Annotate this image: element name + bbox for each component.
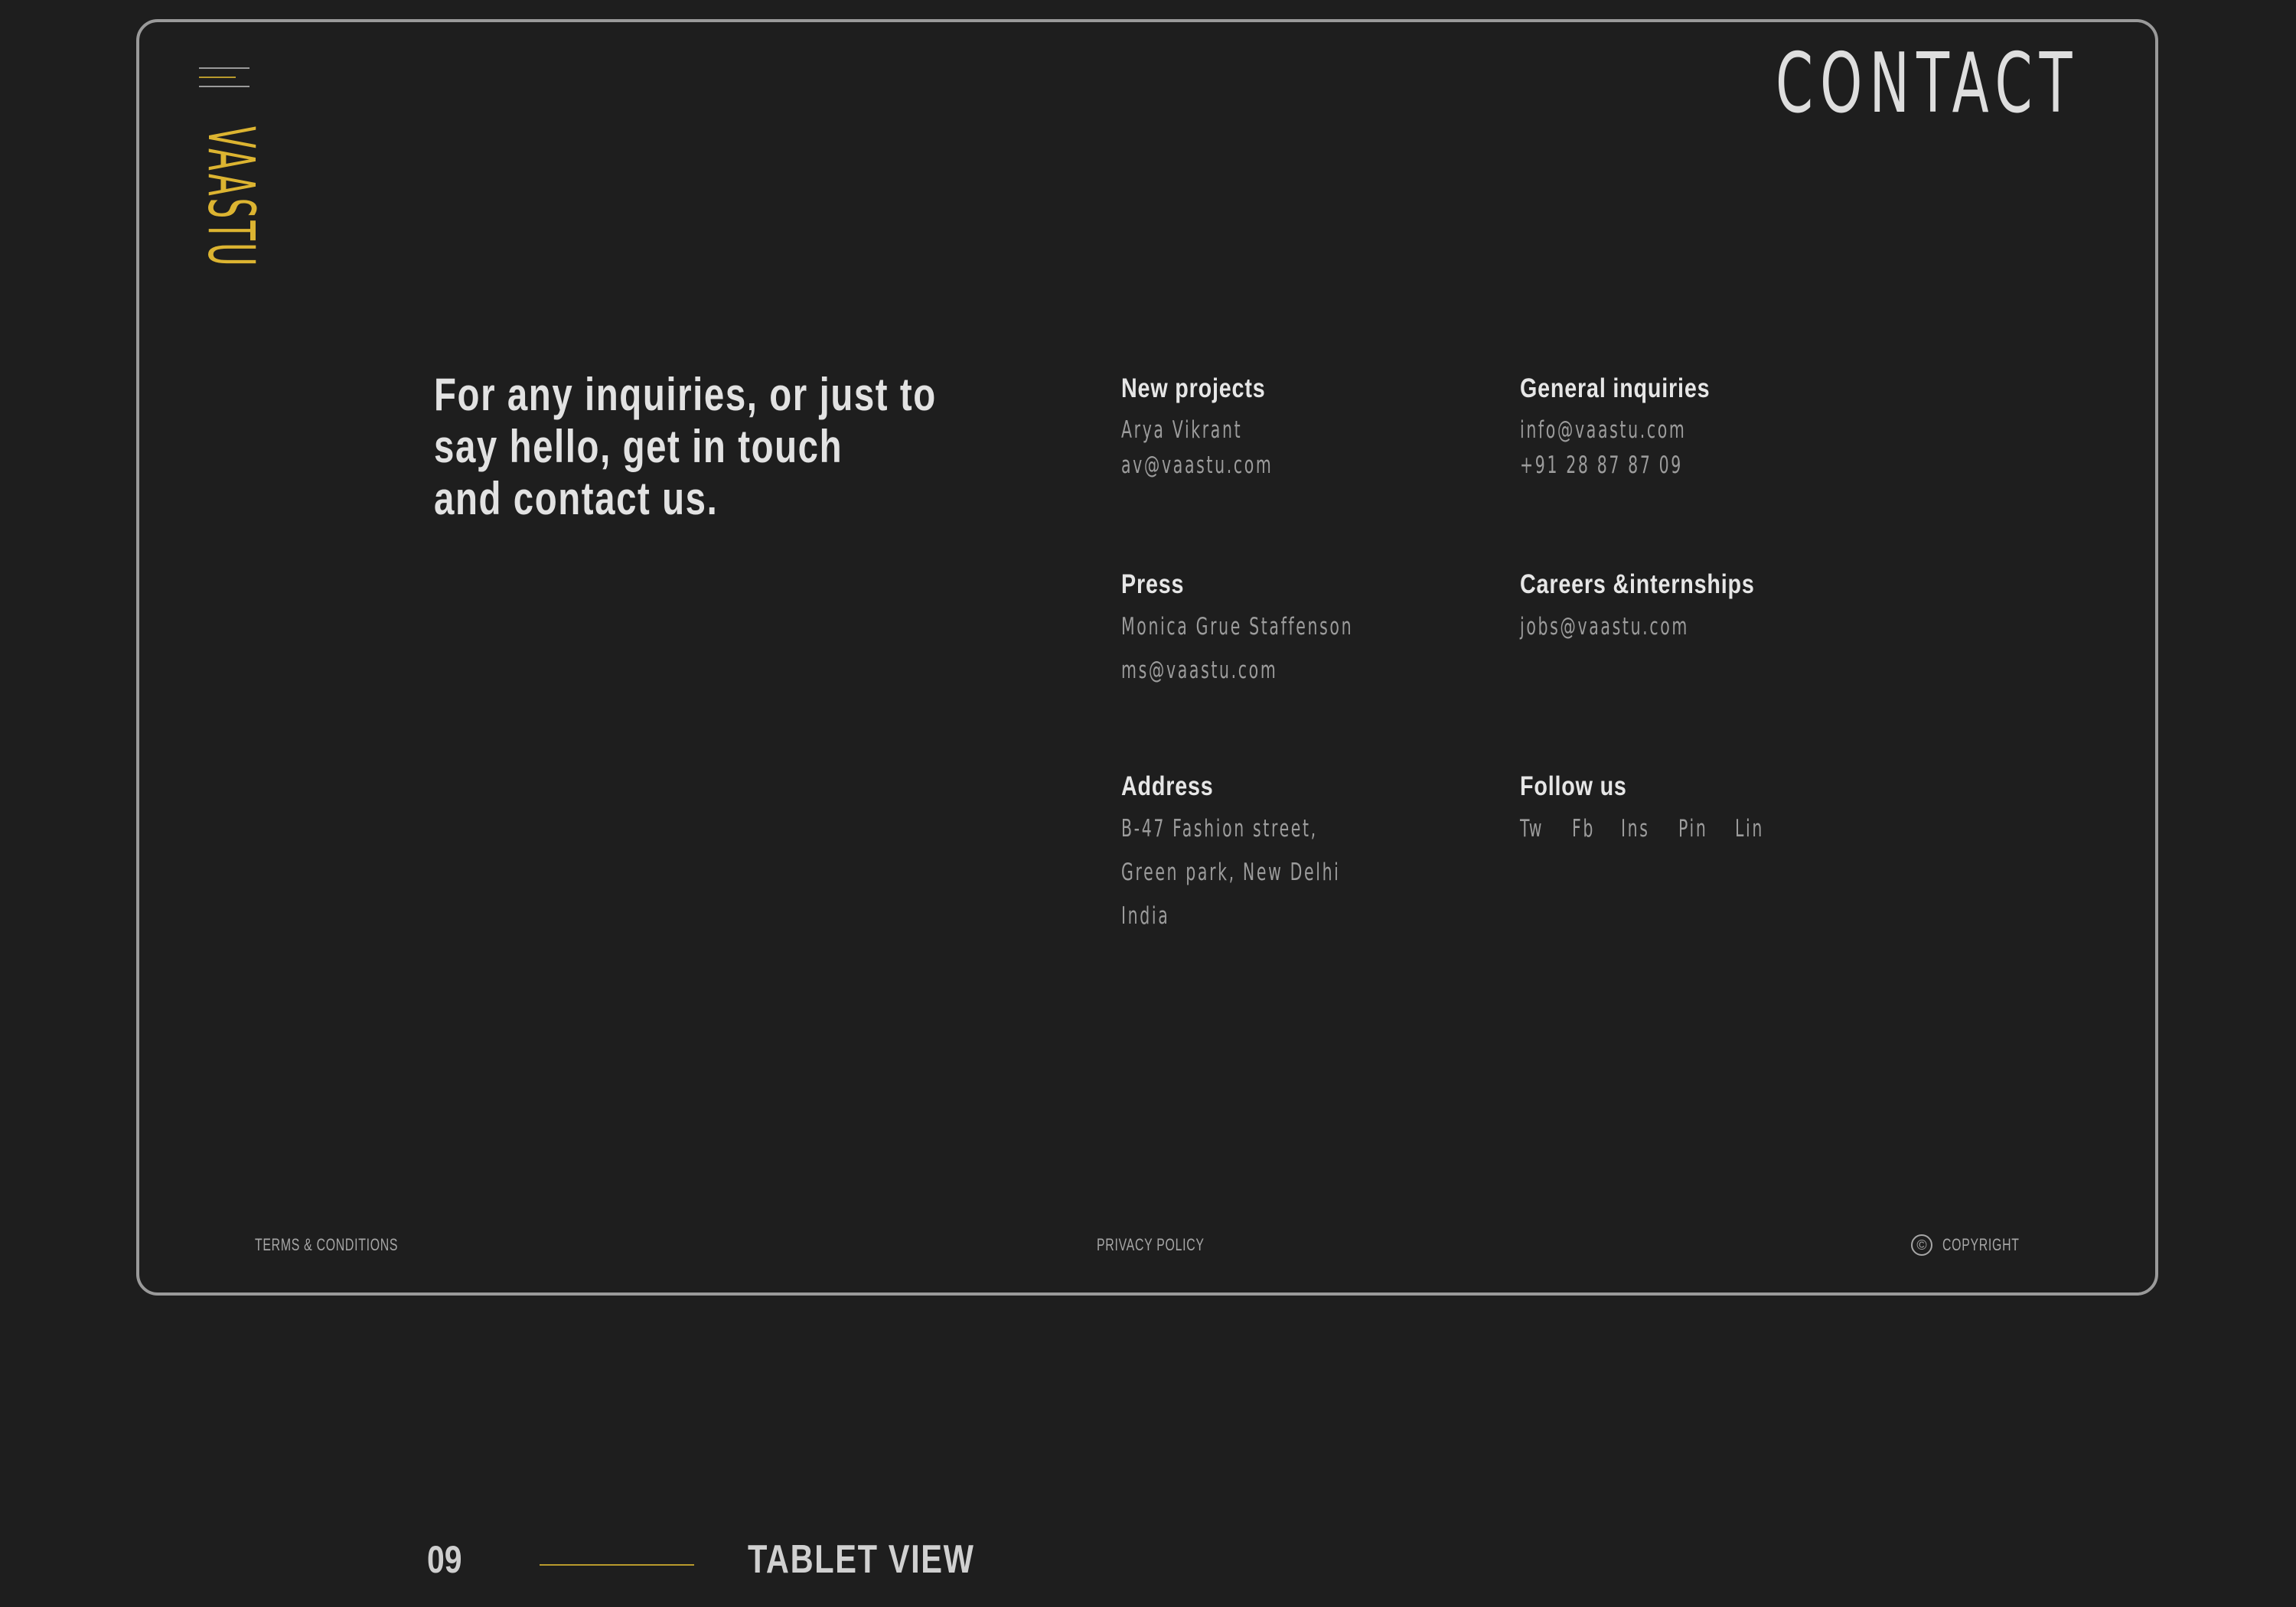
hamburger-menu-icon[interactable]: [199, 67, 249, 90]
section-divider: [540, 1564, 694, 1566]
careers-block: Careers &internships jobs@vaastu.com: [1520, 568, 1806, 649]
careers-heading: Careers &internships: [1520, 569, 1755, 599]
new-projects-contact-name: Arya Vikrant: [1121, 416, 1243, 444]
copyright-link[interactable]: COPYRIGHT: [1942, 1235, 2020, 1255]
facebook-link[interactable]: Fb: [1572, 807, 1595, 851]
general-phone-link[interactable]: +91 28 87 87 09: [1520, 448, 1686, 483]
new-projects-block: New projects Arya Vikrant av@vaastu.com: [1121, 372, 1352, 483]
terms-link[interactable]: TERMS & CONDITIONS: [255, 1235, 398, 1255]
general-inquiries-heading: General inquiries: [1520, 373, 1711, 403]
intro-line: say hello, get in touch: [434, 421, 843, 472]
careers-email-link[interactable]: jobs@vaastu.com: [1520, 605, 1709, 649]
address-block: Address B-47 Fashion street, Green park,…: [1121, 770, 1453, 938]
page-title: CONTACT: [1776, 36, 2079, 132]
pinterest-link[interactable]: Pin: [1678, 807, 1707, 851]
press-contact-name: Monica Grue Staffenson: [1121, 613, 1354, 641]
intro-line: and contact us.: [434, 473, 719, 524]
press-email-link[interactable]: ms@vaastu.com: [1121, 649, 1353, 693]
intro-text: For any inquiries, or just to say hello,…: [434, 369, 937, 525]
new-projects-email-link[interactable]: av@vaastu.com: [1121, 448, 1273, 483]
follow-us-block: Follow us Tw Fb Ins Pin Lin: [1520, 770, 1762, 851]
address-heading: Address: [1121, 771, 1214, 801]
address-line: B-47 Fashion street,: [1121, 815, 1318, 843]
brand-name: VAASTU: [194, 126, 269, 269]
linkedin-link[interactable]: Lin: [1735, 807, 1764, 851]
press-heading: Press: [1121, 569, 1185, 599]
new-projects-heading: New projects: [1121, 373, 1266, 403]
brand-logo[interactable]: VAASTU: [194, 126, 269, 325]
press-block: Press Monica Grue Staffenson ms@vaastu.c…: [1121, 568, 1473, 693]
follow-us-heading: Follow us: [1520, 771, 1627, 801]
section-title: TABLET VIEW: [748, 1537, 975, 1582]
general-inquiries-block: General inquiries info@vaastu.com +91 28…: [1520, 372, 1773, 483]
intro-line: For any inquiries, or just to: [434, 369, 937, 420]
privacy-policy-link[interactable]: PRIVACY POLICY: [1097, 1235, 1205, 1255]
general-email-link[interactable]: info@vaastu.com: [1520, 412, 1686, 448]
copyright-icon: ©: [1911, 1234, 1932, 1256]
address-line: Green park, New Delhi: [1121, 859, 1341, 886]
twitter-link[interactable]: Tw: [1520, 807, 1544, 851]
address-line: India: [1121, 902, 1170, 930]
section-number: 09: [427, 1538, 462, 1581]
instagram-link[interactable]: Ins: [1621, 807, 1650, 851]
